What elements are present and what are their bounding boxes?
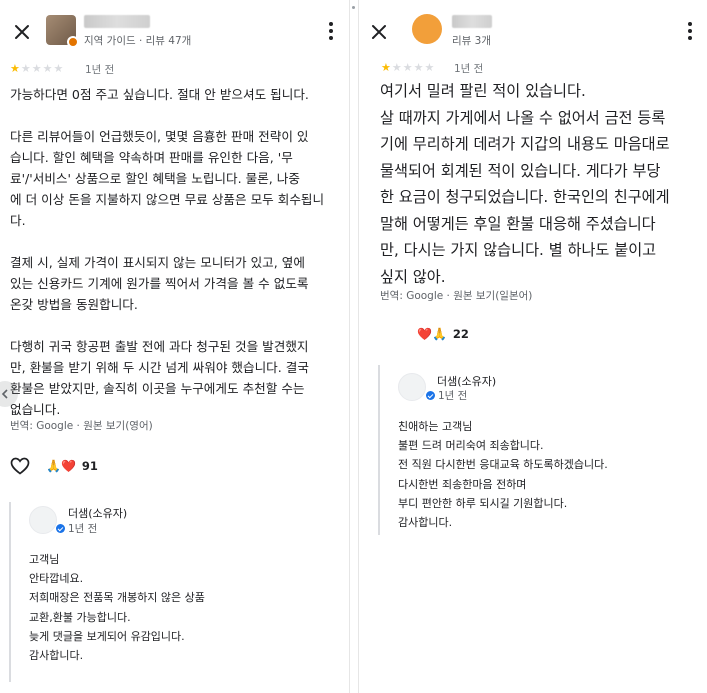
right-review-panel: 리뷰 3개 ★ ★ ★ ★ ★ 1년 전 여기서 밀려 팔린 적이 있습니다. 살 때까… <box>358 0 707 693</box>
star-rating: ★ ★ ★ ★ ★ <box>10 63 63 74</box>
owner-reply-text: 친애하는 고객님 불편 드려 머리숙여 죄송합니다. 전 직원 다시한번 응대교… <box>398 420 608 530</box>
reviewer-name-blurred[interactable] <box>452 15 492 28</box>
reviewer-avatar[interactable] <box>46 15 79 48</box>
star-empty-icon: ★ <box>391 61 402 74</box>
reviewer-meta: 리뷰 3개 <box>452 35 491 47</box>
review-text: 가능하다면 0점 주고 싶습니다. 절대 안 받으셔도 됩니다. 다른 리뷰어들… <box>10 87 325 417</box>
owner-reply-time-text: 1년 전 <box>438 390 468 402</box>
more-vert-icon[interactable] <box>328 20 334 42</box>
star-empty-icon: ★ <box>20 62 31 75</box>
reaction-count: 91 <box>81 459 98 473</box>
close-icon[interactable] <box>369 22 389 42</box>
reaction-emoji: 🙏❤️ <box>46 459 76 473</box>
owner-reply-time-text: 1년 전 <box>68 523 98 535</box>
reaction-emoji: ❤️🙏 <box>417 327 447 341</box>
owner-avatar <box>398 373 426 401</box>
review-text: 여기서 밀려 팔린 적이 있습니다. 살 때까지 가게에서 나올 수 없어서 금… <box>380 82 670 286</box>
heart-outline-icon[interactable] <box>10 457 30 475</box>
star-empty-icon: ★ <box>413 61 424 74</box>
owner-name: 더샘(소유자) <box>68 507 128 520</box>
close-icon[interactable] <box>12 22 32 42</box>
reaction-summary[interactable]: 🙏❤️ 91 <box>46 459 98 473</box>
owner-reply: 더샘(소유자) 1년 전 친애하는 고객님 불편 드려 머리숙여 죄송합니다. … <box>378 365 700 535</box>
star-empty-icon: ★ <box>424 61 435 74</box>
review-time: 1년 전 <box>454 63 484 75</box>
owner-reply-time: 1년 전 <box>426 388 467 403</box>
left-review-panel: 지역 가이드 · 리뷰 47개 ★ ★ ★ ★ ★ 1년 전 가능하다면 0점 주고 싶… <box>0 0 350 693</box>
more-vert-icon[interactable] <box>687 20 693 42</box>
reviewer-meta: 지역 가이드 · 리뷰 47개 <box>84 35 192 47</box>
reaction-summary[interactable]: ❤️🙏 22 <box>417 327 469 341</box>
translation-note[interactable]: 번역: Google · 원본 보기(일본어) <box>380 288 532 303</box>
star-empty-icon: ★ <box>42 62 53 75</box>
star-rating: ★ ★ ★ ★ ★ <box>381 62 434 73</box>
divider-dot <box>352 6 355 9</box>
review-time: 1년 전 <box>85 64 115 76</box>
local-guide-badge-icon <box>67 36 79 48</box>
panel-divider <box>350 0 358 693</box>
star-empty-icon: ★ <box>31 62 42 75</box>
owner-avatar <box>29 506 57 534</box>
reaction-count: 22 <box>452 327 469 341</box>
owner-name: 더샘(소유자) <box>437 375 497 388</box>
owner-reply: 더샘(소유자) 1년 전 고객님 안타깝네요. 저희매장은 전품목 개봉하지 않… <box>9 502 339 682</box>
translation-note[interactable]: 번역: Google · 원본 보기(영어) <box>10 418 153 433</box>
reviewer-name-blurred[interactable] <box>84 15 150 28</box>
star-empty-icon: ★ <box>53 62 64 75</box>
star-empty-icon: ★ <box>402 61 413 74</box>
star-filled-icon: ★ <box>10 62 20 75</box>
reviewer-avatar[interactable] <box>412 14 442 44</box>
verified-badge-icon <box>426 391 435 400</box>
owner-reply-text: 고객님 안타깝네요. 저희매장은 전품목 개봉하지 않은 상품 교환,환불 가능… <box>29 553 205 663</box>
star-filled-icon: ★ <box>381 61 391 74</box>
chevron-left-icon <box>1 389 8 399</box>
verified-badge-icon <box>56 524 65 533</box>
owner-reply-time: 1년 전 <box>56 521 97 536</box>
